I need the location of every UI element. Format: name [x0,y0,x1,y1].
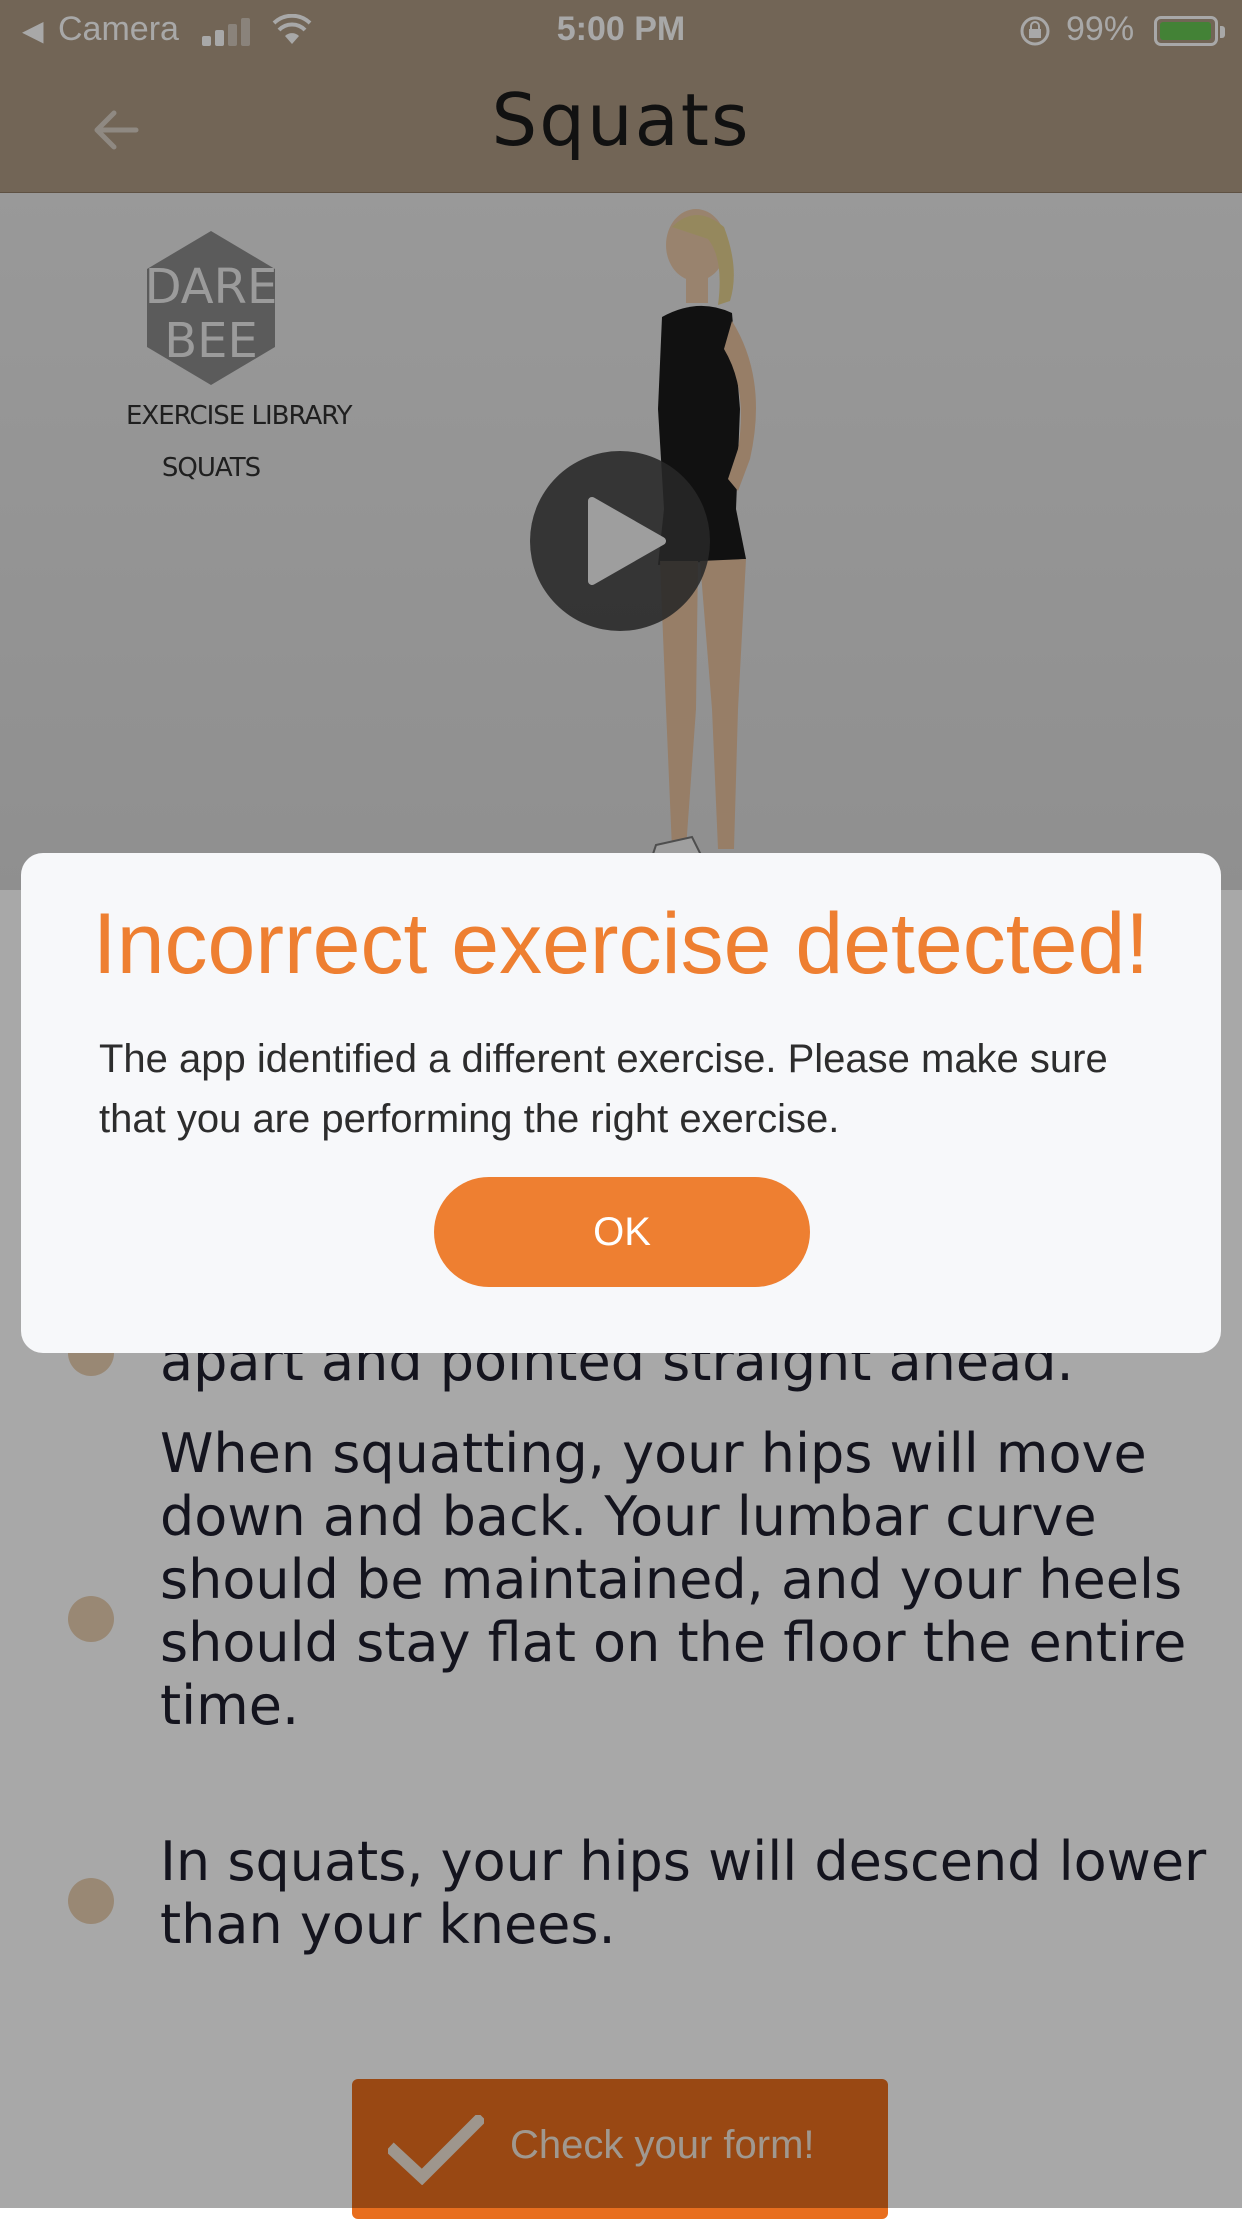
dialog-message: The app identified a different exercise.… [99,1037,1108,1141]
ok-button-label: OK [593,1210,651,1254]
ok-button[interactable]: OK [434,1177,810,1287]
alert-dialog: Incorrect exercise detected! The app ide… [21,853,1221,1353]
dialog-title: Incorrect exercise detected! [92,896,1150,992]
